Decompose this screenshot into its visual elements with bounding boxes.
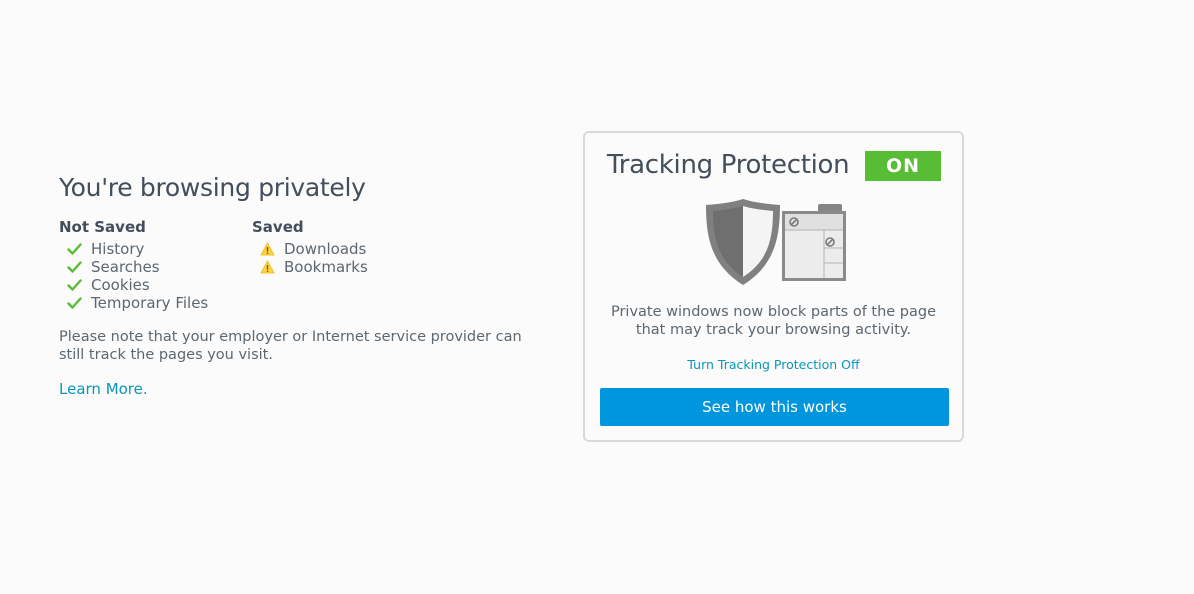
list-item-label: Searches [91,258,160,276]
list-item-label: Downloads [284,240,367,258]
list-item-label: Cookies [91,276,150,294]
check-icon [67,297,82,309]
list-item: Bookmarks [260,258,445,276]
not-saved-heading: Not Saved [59,218,146,236]
shield-page-icon [706,199,846,285]
tracking-protection-title: Tracking Protection [607,150,850,180]
private-browsing-intro: You're browsing privately Not Saved Hist… [59,172,529,398]
private-browsing-page: You're browsing privately Not Saved Hist… [0,0,1194,594]
list-item: Downloads [260,240,445,258]
tracking-note: Please note that your employer or Intern… [59,329,522,363]
list-item: History [67,240,252,258]
page-title: You're browsing privately [59,173,366,202]
status-badge: ON [865,151,941,181]
check-icon [67,279,82,291]
turn-tracking-protection-off-link[interactable]: Turn Tracking Protection Off [585,357,962,372]
check-icon [67,243,82,255]
saved-lists: Not Saved History Searches Cookies Tempo… [59,218,529,312]
tracking-protection-header: Tracking Protection ON [607,147,941,183]
saved-list: Saved Downloads Bookmarks [252,218,445,312]
list-item-label: Bookmarks [284,258,368,276]
warning-icon [260,260,275,274]
list-item-label: Temporary Files [91,294,209,312]
check-icon [67,261,82,273]
see-how-this-works-button[interactable]: See how this works [600,388,949,426]
not-saved-list: Not Saved History Searches Cookies Tempo… [59,218,252,312]
warning-icon [260,242,275,256]
learn-more-link[interactable]: Learn More. [59,380,148,398]
tracking-protection-description: Private windows now block parts of the p… [610,304,937,338]
list-item: Cookies [67,276,252,294]
list-item-label: History [91,240,145,258]
tracking-protection-card: Tracking Protection ON Private windows n… [583,131,964,442]
list-item: Searches [67,258,252,276]
list-item: Temporary Files [67,294,252,312]
saved-heading: Saved [252,218,304,236]
